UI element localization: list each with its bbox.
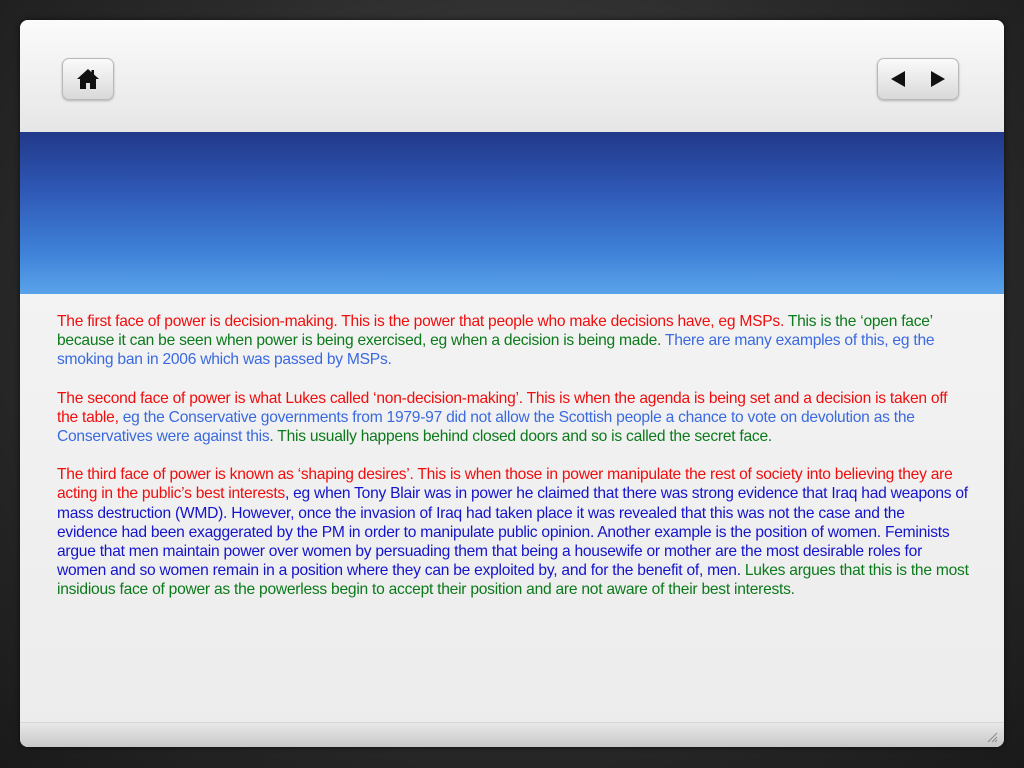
triangle-left-icon — [891, 71, 905, 87]
slide: The first face of power is decision-maki… — [20, 20, 1004, 747]
triangle-right-icon — [931, 71, 945, 87]
text-segment: The first face of power is decision-maki… — [57, 313, 788, 330]
paragraph-second-face: The second face of power is what Lukes c… — [57, 389, 969, 447]
text-segment: . This usually happens behind closed doo… — [269, 428, 772, 446]
slide-header — [20, 20, 1004, 132]
paragraph-third-face: The third face of power is known as ‘sha… — [57, 465, 969, 599]
slide-footer — [20, 722, 1004, 747]
resize-grip-icon[interactable] — [986, 731, 998, 743]
home-button[interactable] — [62, 58, 114, 100]
paragraph-first-face: The first face of power is decision-maki… — [57, 312, 969, 370]
next-button[interactable] — [918, 59, 958, 99]
slide-body: The first face of power is decision-maki… — [57, 312, 969, 619]
slide-navigation — [877, 58, 959, 100]
home-icon — [77, 69, 99, 89]
previous-button[interactable] — [878, 59, 918, 99]
title-band — [20, 132, 1004, 294]
